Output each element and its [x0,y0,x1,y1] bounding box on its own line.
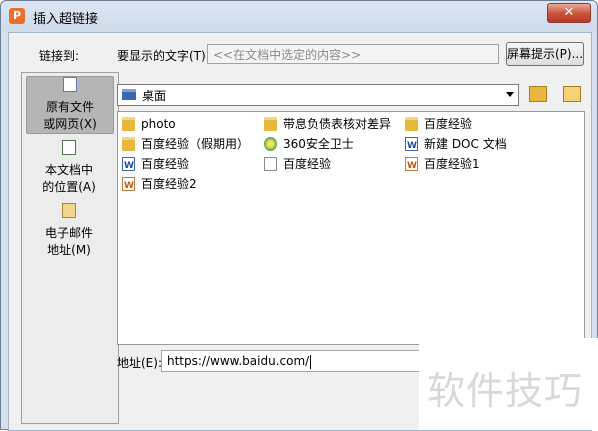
sidebar-item-label: 或网页(X) [43,117,97,131]
file-name: photo [141,117,176,131]
sidebar-item-existing-file[interactable]: 原有文件 或网页(X) [26,76,114,134]
sidebar-item-label: 地址(M) [47,243,91,257]
sidebar-item-this-document[interactable]: 本文档中 的位置(A) [26,140,112,196]
look-in-dropdown[interactable]: 桌面 [117,84,519,106]
sidebar-item-email[interactable]: 电子邮件 地址(M) [26,203,112,259]
folder-icon [122,137,135,151]
folder-icon [405,117,418,131]
file-name: 百度经验 [424,117,473,131]
watermark-text: 软件技巧 [427,369,584,413]
folder-icon [122,117,135,131]
file-name: 百度经验 [283,157,332,171]
link-type-sidebar: 原有文件 或网页(X) 本文档中 的位置(A) 电子邮件 地址(M) [21,72,119,424]
360-icon [264,137,277,151]
wps-doc-icon [405,157,418,175]
file-name: 带息负债表核对差异 [283,117,392,131]
text-caret [310,354,312,369]
screentip-button[interactable]: 屏幕提示(P)... [506,42,584,66]
email-icon [62,203,76,218]
file-list: photo 带息负债表核对差异 百度经验 百度经验（假期用） 360安全卫士 新… [117,111,585,345]
sidebar-item-label: 原有文件 [45,100,94,114]
document-place-icon [62,140,76,155]
web-page-icon [63,77,77,92]
file-name: 百度经验 [141,157,190,171]
file-name: 百度经验1 [424,157,480,171]
dialog-title: 插入超链接 [33,12,99,27]
file-name: 360安全卫士 [283,137,354,151]
display-text-field[interactable]: <<在文档中选定的内容>> [207,44,499,64]
file-name: 百度经验（假期用） [141,137,250,151]
word-doc-icon [405,137,418,155]
folder-icon [264,117,277,131]
sidebar-item-label: 本文档中 [44,163,93,177]
file-name: 百度经验2 [141,177,197,191]
display-text-label: 要显示的文字(T): [117,49,210,63]
wps-doc-icon [122,177,135,195]
close-button[interactable]: ✕ [547,3,591,23]
link-to-label: 链接到: [39,49,80,63]
chevron-down-icon [506,92,514,97]
sidebar-item-label: 的位置(A) [42,180,96,194]
desktop-icon [122,89,136,100]
file-name: 新建 DOC 文档 [424,137,507,151]
word-doc-icon [122,157,135,175]
app-icon: P [9,8,25,24]
title-bar[interactable]: P 插入超链接 ✕ [1,1,597,31]
sidebar-item-label: 电子邮件 [44,226,93,240]
browse-folder-icon[interactable] [563,86,581,102]
address-label: 地址(E): [117,356,162,370]
look-in-value: 桌面 [142,89,167,103]
address-value: https://www.baidu.com/ [167,354,310,368]
text-doc-icon [264,157,277,171]
watermark: 软件技巧 [419,338,598,430]
up-folder-icon[interactable] [529,86,547,102]
